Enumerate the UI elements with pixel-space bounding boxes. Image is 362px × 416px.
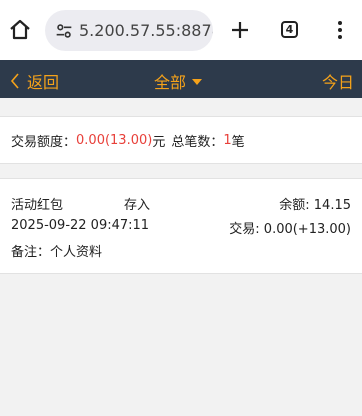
plus-icon[interactable] <box>228 18 252 42</box>
record-balance: 余额: 14.15 <box>279 198 351 213</box>
site-settings-icon[interactable] <box>53 20 75 42</box>
back-button[interactable]: 返回 <box>10 69 59 93</box>
summary-bar: 交易额度： 0.00(13.00) 元 总笔数： 1 笔 <box>0 116 362 164</box>
amount-unit: 元 <box>152 134 166 150</box>
count-unit: 笔 <box>231 134 245 150</box>
caret-down-icon <box>192 79 203 85</box>
browser-toolbar: 5.200.57.55:8878 4 <box>0 0 362 60</box>
back-label: 返回 <box>27 73 60 92</box>
amount-value: 0.00(13.00) <box>76 132 153 148</box>
filter-label: 全部 <box>154 73 187 92</box>
record-amount: 交易: 0.00(+13.00) <box>229 222 351 237</box>
count-label: 总笔数： <box>171 134 224 150</box>
home-icon[interactable] <box>8 18 32 42</box>
address-bar[interactable]: 5.200.57.55:8878 <box>45 10 213 51</box>
tabs-icon[interactable]: 4 <box>281 21 298 38</box>
record-note: 备注：个人资料 <box>11 245 103 260</box>
today-button[interactable]: 今日 <box>322 69 354 93</box>
record-item: 活动红包 存入 余额: 14.15 2025-09-22 09:47:11 交易… <box>0 178 362 274</box>
count-value: 1 <box>223 132 232 148</box>
record-direction: 存入 <box>124 198 151 213</box>
url-text[interactable]: 5.200.57.55:8878 <box>79 21 213 40</box>
chevron-left-icon <box>10 73 19 89</box>
filter-dropdown[interactable]: 全部 <box>154 69 203 93</box>
app-header: 返回 全部 今日 <box>0 60 362 98</box>
amount-label: 交易额度： <box>11 134 77 150</box>
record-time: 2025-09-22 09:47:11 <box>11 218 150 233</box>
menu-icon[interactable] <box>334 18 346 42</box>
record-type: 活动红包 <box>11 198 64 213</box>
